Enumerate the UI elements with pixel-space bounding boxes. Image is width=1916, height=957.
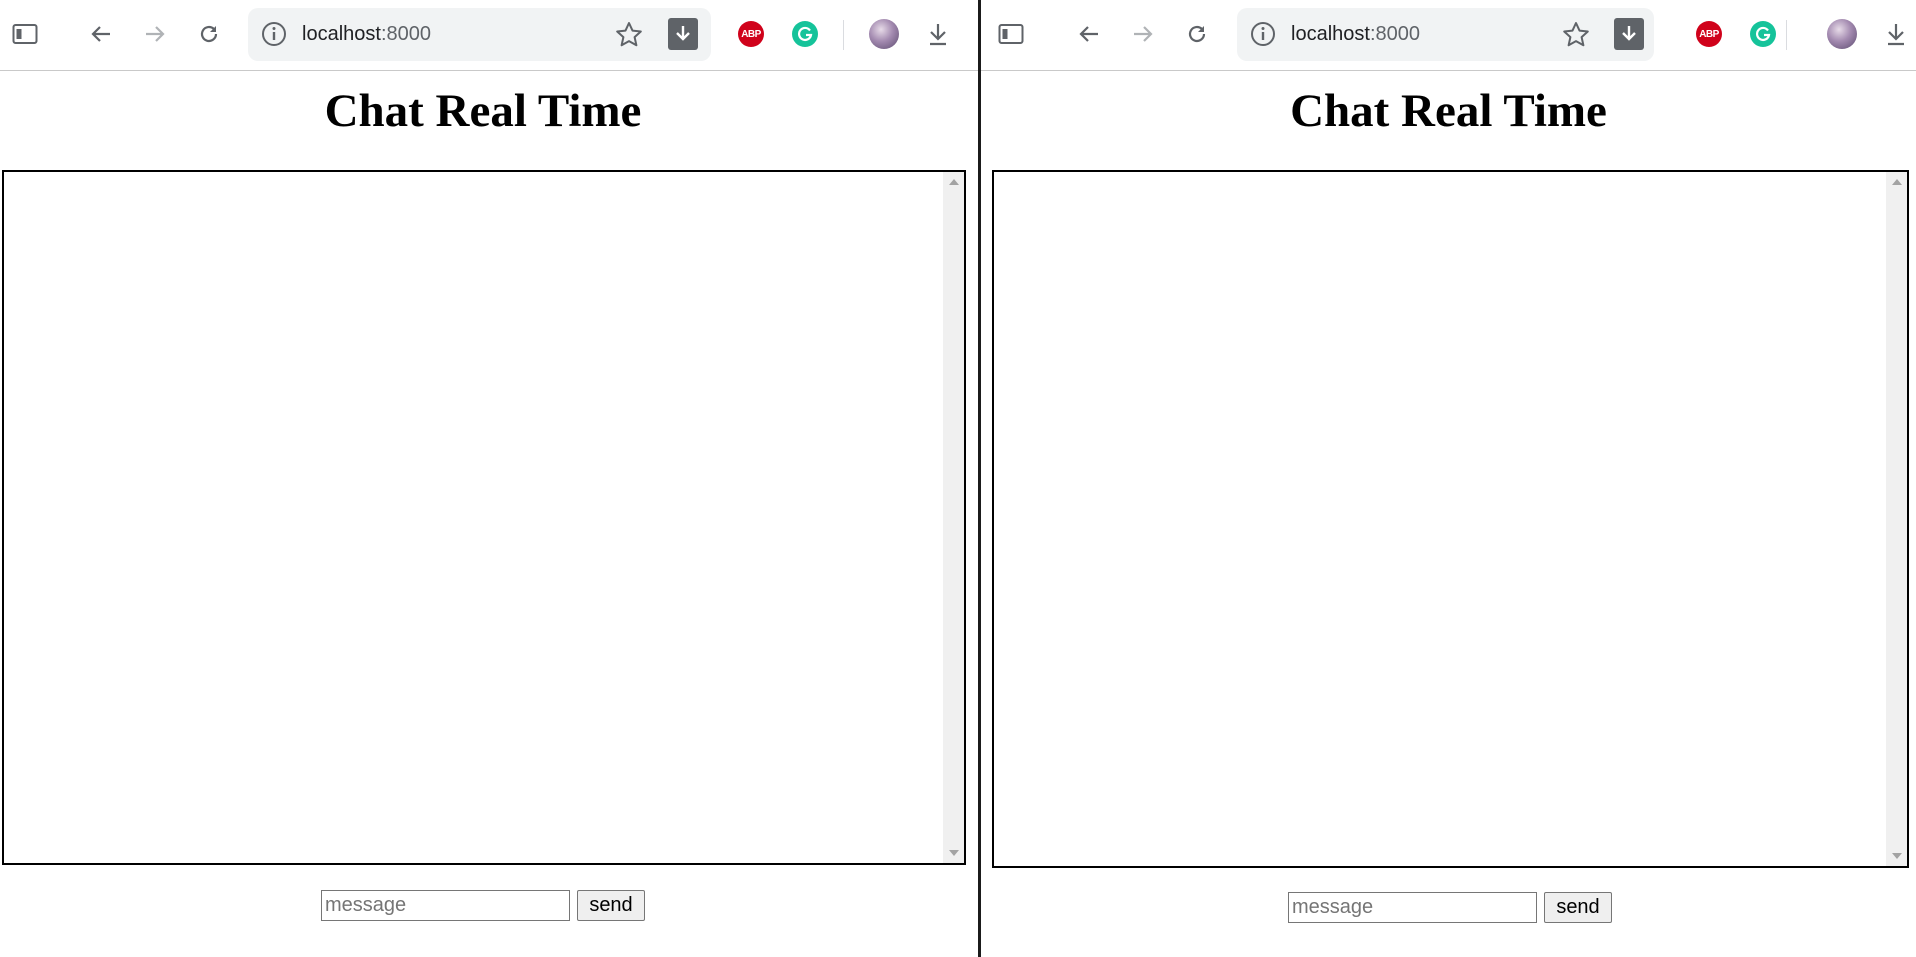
profile-button[interactable]: [1825, 17, 1859, 51]
reload-icon[interactable]: [192, 17, 226, 51]
scroll-up-arrow-icon[interactable]: [1886, 172, 1907, 192]
grammarly-icon: [1750, 21, 1776, 47]
browser-toolbar: localhost:8000 ABP: [0, 0, 978, 71]
address-bar[interactable]: localhost:8000: [248, 8, 711, 61]
send-button[interactable]: send: [577, 890, 645, 921]
url-text: localhost:8000: [1291, 22, 1420, 46]
url-host: localhost: [302, 23, 381, 45]
downloads-icon[interactable]: [1879, 17, 1913, 51]
bookmark-star-icon[interactable]: [1561, 20, 1591, 50]
chat-messages-area[interactable]: [992, 170, 1909, 868]
install-download-icon[interactable]: [1614, 18, 1644, 50]
browser-window-left: localhost:8000 ABP Chat Real Time messag…: [0, 0, 978, 957]
forward-icon[interactable]: [138, 17, 172, 51]
reload-icon[interactable]: [1180, 17, 1214, 51]
site-info-icon[interactable]: [1249, 20, 1277, 48]
send-button[interactable]: send: [1544, 892, 1612, 923]
browser-window-right: localhost:8000 ABP Chat Real Time messag…: [981, 0, 1916, 957]
toolbar-separator: [1786, 20, 1787, 50]
toolbar-separator: [843, 20, 844, 50]
page-title: Chat Real Time: [1290, 85, 1607, 137]
address-bar[interactable]: localhost:8000: [1237, 8, 1654, 61]
url-port: :8000: [380, 23, 431, 45]
adblock-extension[interactable]: ABP: [734, 17, 768, 51]
grammarly-extension[interactable]: [1746, 17, 1780, 51]
url-port: :8000: [1369, 23, 1420, 45]
scrollbar[interactable]: [1886, 172, 1907, 866]
browser-toolbar: localhost:8000 ABP: [981, 0, 1916, 71]
adblock-icon: ABP: [738, 21, 764, 47]
sidebar-toggle-icon[interactable]: [8, 17, 42, 51]
forward-icon[interactable]: [1126, 17, 1160, 51]
downloads-icon[interactable]: [921, 17, 955, 51]
scroll-down-arrow-icon[interactable]: [1886, 846, 1907, 866]
adblock-icon: ABP: [1696, 21, 1722, 47]
site-info-icon[interactable]: [260, 20, 288, 48]
sidebar-toggle-icon[interactable]: [994, 17, 1028, 51]
url-host: localhost: [1291, 23, 1370, 45]
avatar: [869, 19, 899, 49]
message-input[interactable]: [321, 890, 570, 921]
back-icon[interactable]: [1072, 17, 1106, 51]
grammarly-icon: [792, 21, 818, 47]
scroll-up-arrow-icon[interactable]: [943, 172, 964, 192]
profile-button[interactable]: [867, 17, 901, 51]
bookmark-star-icon[interactable]: [614, 20, 644, 50]
avatar: [1827, 19, 1857, 49]
chat-messages-area[interactable]: [2, 170, 966, 865]
page-title: Chat Real Time: [324, 85, 642, 137]
scrollbar[interactable]: [943, 172, 964, 863]
message-input[interactable]: [1288, 892, 1537, 923]
back-icon[interactable]: [84, 17, 118, 51]
scroll-down-arrow-icon[interactable]: [943, 843, 964, 863]
url-text: localhost:8000: [302, 22, 431, 46]
adblock-extension[interactable]: ABP: [1692, 17, 1726, 51]
grammarly-extension[interactable]: [788, 17, 822, 51]
install-download-icon[interactable]: [668, 18, 698, 50]
